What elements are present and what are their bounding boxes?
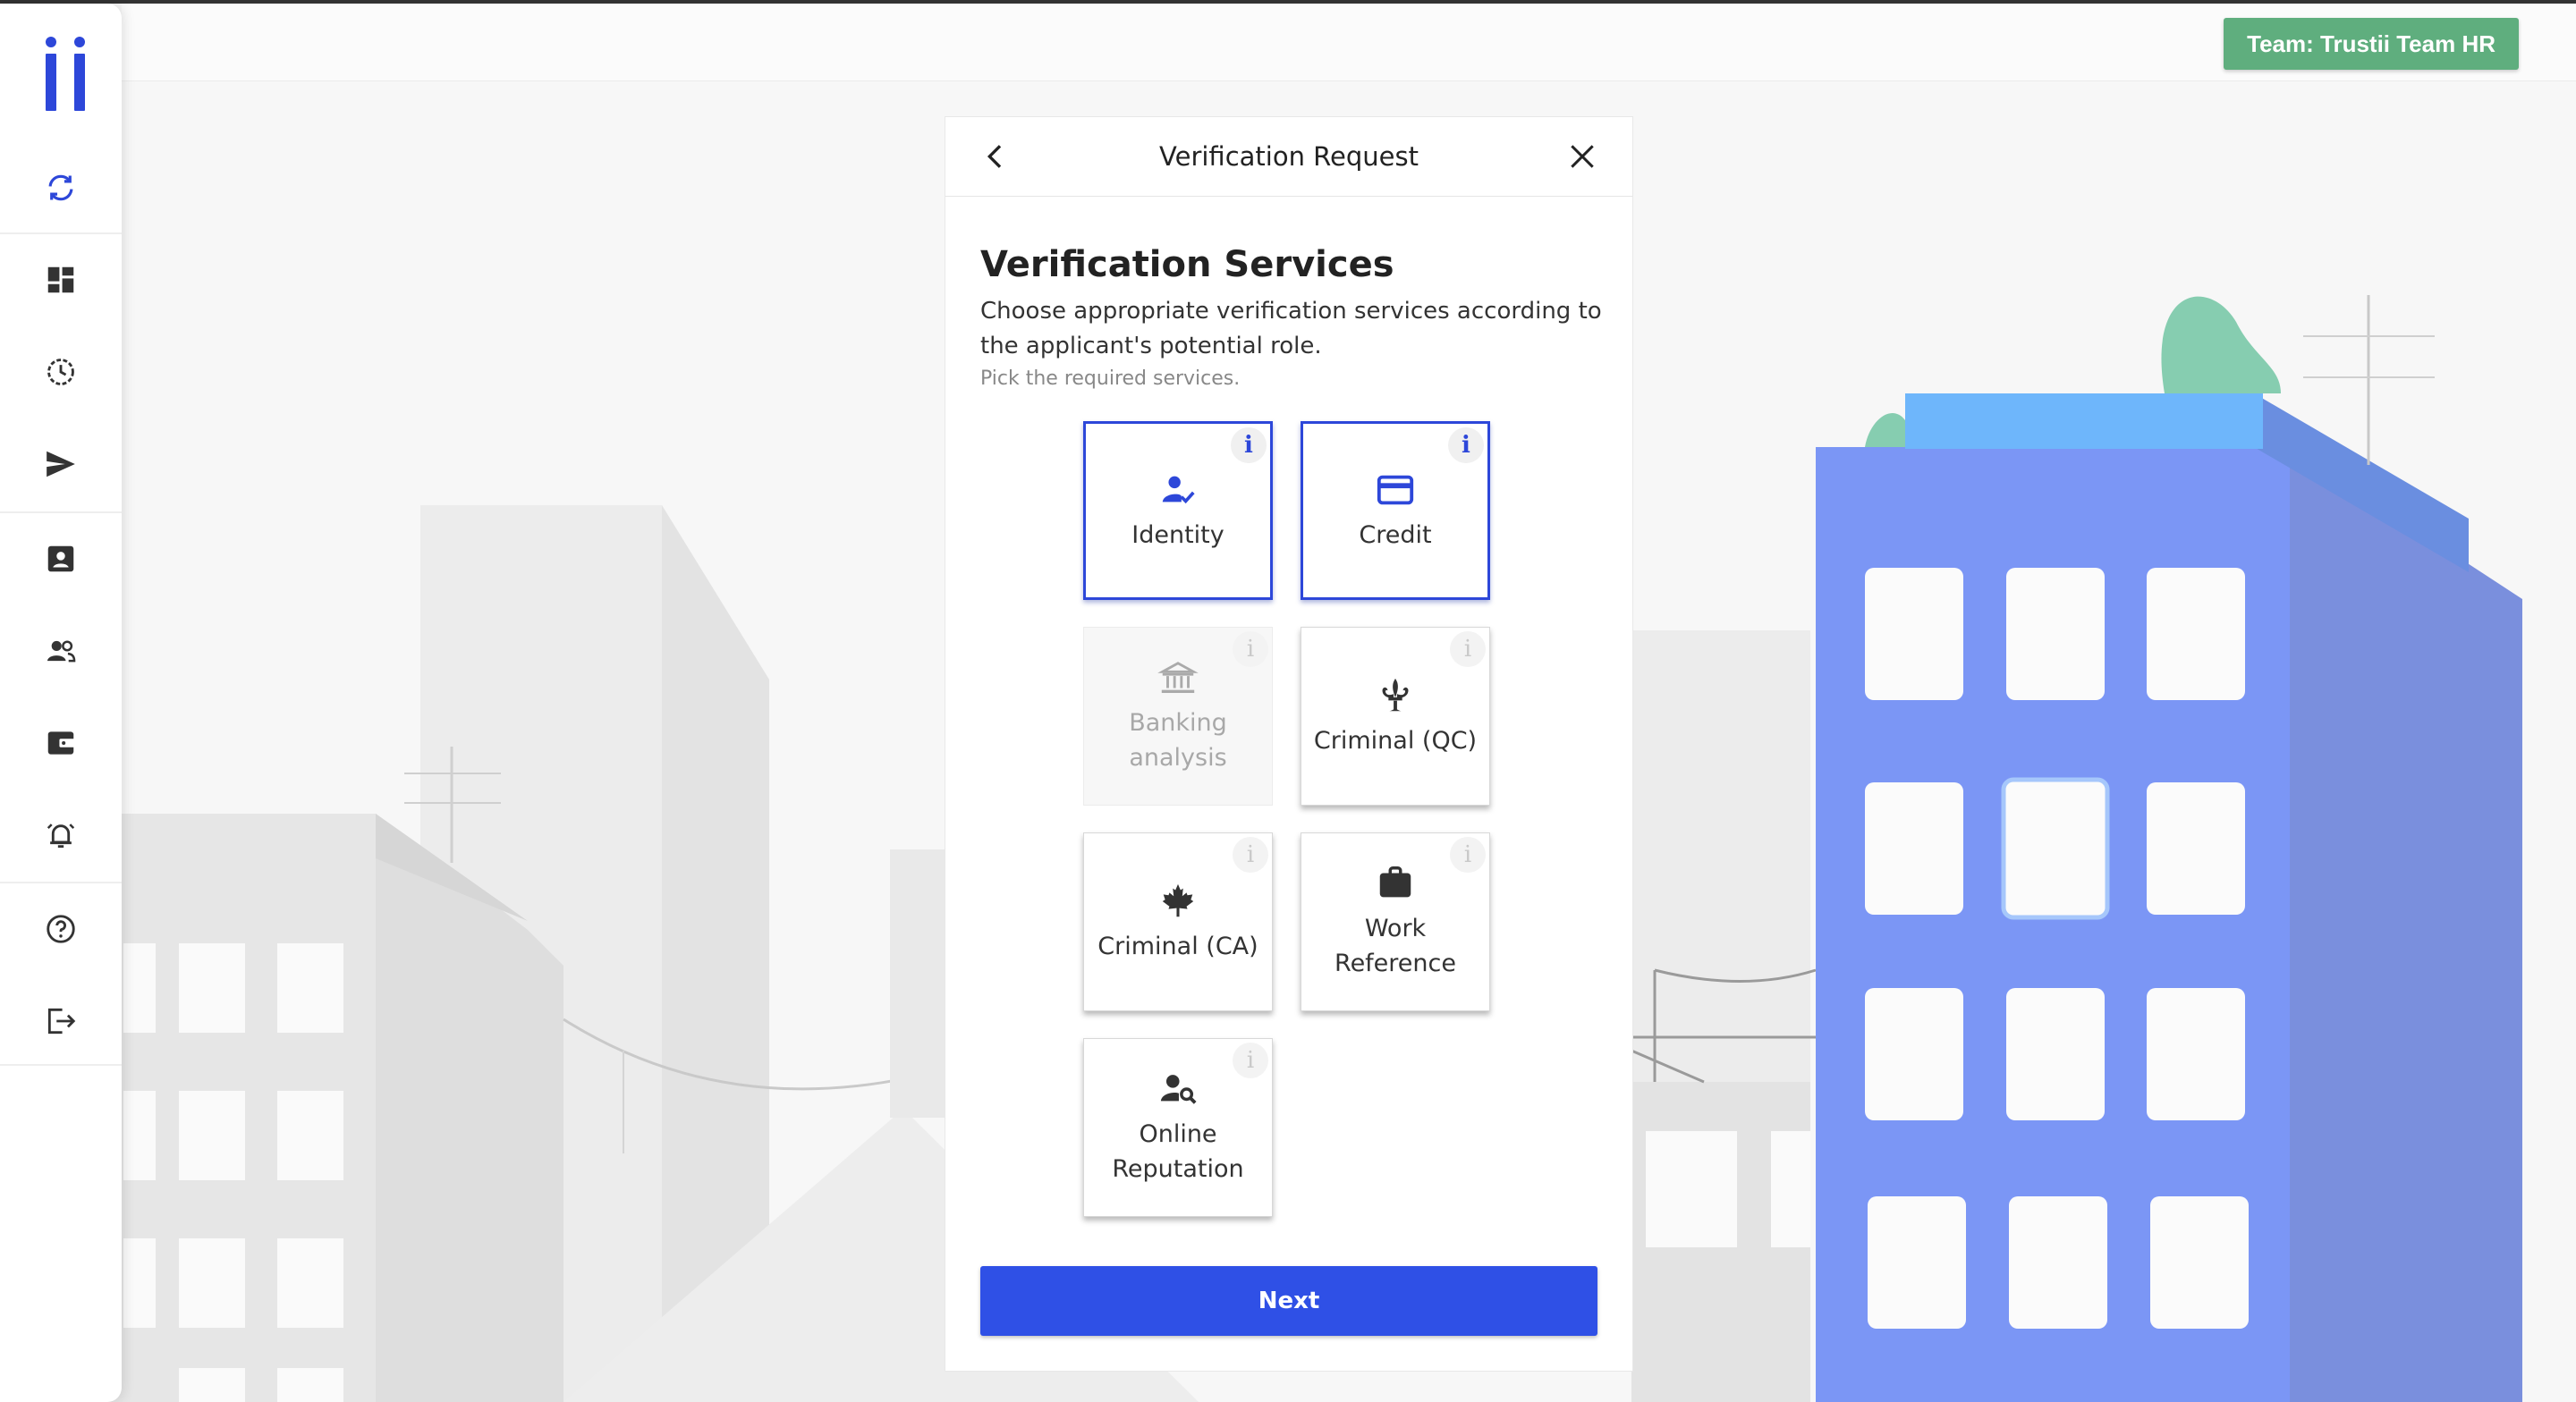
card-label: Banking analysis [1129, 709, 1227, 772]
sidebar-item-alarms[interactable] [0, 789, 122, 881]
dialog-header: Verification Request [945, 117, 1632, 197]
back-button[interactable] [978, 139, 1013, 174]
close-button[interactable] [1564, 139, 1600, 174]
bank-icon [1157, 662, 1199, 694]
credit-card-icon [1377, 475, 1414, 504]
sidebar-item-history[interactable] [0, 325, 122, 418]
services-hint: Pick the required services. [980, 367, 1241, 390]
person-search-icon [1160, 1075, 1197, 1104]
service-card-criminal-qc[interactable]: i Criminal (QC) [1301, 627, 1490, 806]
contact-card-icon [47, 545, 74, 571]
person-check-icon [1162, 476, 1195, 503]
card-label: Criminal (CA) [1097, 932, 1258, 960]
sidebar-item-people[interactable] [0, 604, 122, 697]
alarm-icon [47, 823, 75, 848]
sidebar-divider [0, 1064, 122, 1066]
fleur-de-lis-icon [1382, 678, 1409, 711]
info-icon[interactable]: i [1233, 1043, 1268, 1078]
help-icon [47, 914, 75, 943]
info-icon[interactable]: i [1448, 427, 1484, 463]
sidebar-item-wallet[interactable] [0, 697, 122, 789]
info-icon[interactable]: i [1450, 837, 1486, 873]
people-icon [47, 639, 76, 662]
sidebar-item-dashboard[interactable] [0, 233, 122, 325]
wallet-icon [47, 731, 75, 755]
app-logo[interactable] [43, 36, 89, 114]
refresh-icon [48, 174, 73, 200]
logout-icon [47, 1008, 76, 1034]
verification-request-dialog: Verification Request Verification Servic… [945, 116, 1633, 1372]
sidebar-item-send[interactable] [0, 418, 122, 510]
sidebar-item-logout[interactable] [0, 975, 122, 1067]
dashboard-icon [47, 266, 74, 292]
sidebar-item-refresh[interactable] [0, 141, 122, 233]
dialog-title: Verification Request [1159, 141, 1419, 172]
briefcase-icon [1379, 866, 1411, 898]
history-icon [47, 358, 74, 385]
card-label: Identity [1131, 520, 1224, 549]
service-card-identity[interactable]: i Identity [1083, 421, 1273, 600]
top-bar: Team: Trustii Team HR [122, 4, 2576, 81]
info-icon[interactable]: i [1233, 631, 1268, 667]
service-card-credit[interactable]: i Credit [1301, 421, 1490, 600]
service-card-banking-analysis: i Banking analysis [1083, 627, 1273, 806]
maple-leaf-icon [1162, 883, 1194, 916]
services-title: Verification Services [980, 244, 1394, 285]
info-icon[interactable]: i [1233, 837, 1268, 873]
info-icon[interactable]: i [1231, 427, 1267, 463]
next-button[interactable]: Next [980, 1266, 1597, 1336]
sidebar [0, 4, 122, 1402]
team-badge[interactable]: Team: Trustii Team HR [2224, 18, 2519, 70]
send-icon [47, 451, 75, 477]
card-label: Work Reference [1335, 915, 1456, 977]
service-card-work-reference[interactable]: i Work Reference [1301, 832, 1490, 1011]
card-label: Criminal (QC) [1313, 726, 1478, 755]
card-label: Credit [1359, 520, 1432, 549]
card-label: Online Reputation [1112, 1120, 1244, 1183]
services-description: Choose appropriate verification services… [980, 298, 1602, 359]
sidebar-item-contacts[interactable] [0, 512, 122, 604]
service-card-online-reputation[interactable]: i Online Reputation [1083, 1038, 1273, 1217]
service-card-criminal-ca[interactable]: i Criminal (CA) [1083, 832, 1273, 1011]
sidebar-item-help[interactable] [0, 883, 122, 975]
info-icon[interactable]: i [1450, 631, 1486, 667]
